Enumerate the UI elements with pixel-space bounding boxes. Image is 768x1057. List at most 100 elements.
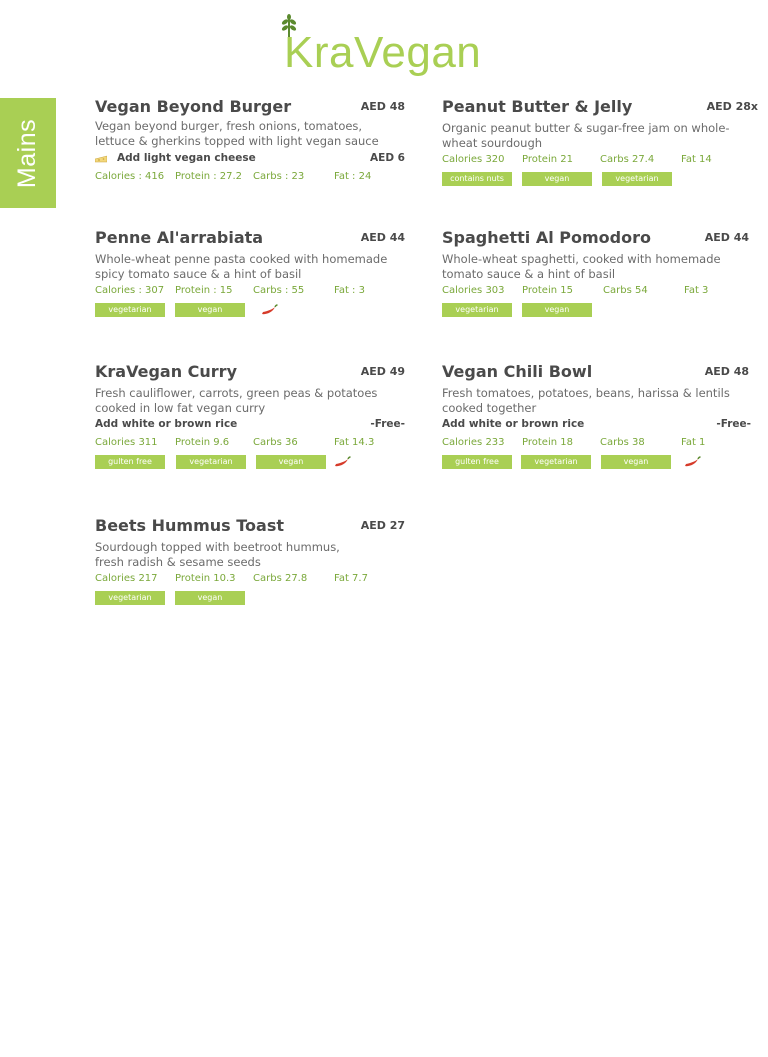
fat: Fat : 3 xyxy=(334,285,365,296)
addon-label: Add white or brown rice xyxy=(95,418,238,430)
carbs: Carbs 36 xyxy=(253,437,298,448)
protein: Protein 10.3 xyxy=(175,573,236,584)
tag-row: contains nuts vegan vegetarian xyxy=(442,172,752,188)
tag-gluten-free: gulten free xyxy=(442,455,512,469)
tag-vegan: vegan xyxy=(601,455,671,469)
item-description: Fresh tomatoes, potatoes, beans, harissa… xyxy=(442,386,730,415)
calories: Calories : 416 xyxy=(95,171,165,182)
nutrition-row: Calories 320 Protein 21 Carbs 27.4 Fat 1… xyxy=(442,154,752,169)
addon-row: Add light vegan cheese AED 6 xyxy=(95,152,405,168)
item-description: Sourdough topped with beetroot hummus, f… xyxy=(95,540,340,569)
chili-icon xyxy=(262,304,278,315)
carbs: Carbs 27.8 xyxy=(253,573,308,584)
addon-label: Add white or brown rice xyxy=(442,418,585,430)
addon-label: Add light vegan cheese xyxy=(117,152,256,164)
calories: Calories 320 xyxy=(442,154,505,165)
item-price: AED 49 xyxy=(360,365,405,378)
tag-gluten-free: gulten free xyxy=(95,455,165,469)
item-name: Vegan Chili Bowl xyxy=(442,362,593,381)
item-name: Vegan Beyond Burger xyxy=(95,97,292,116)
tag-vegan: vegan xyxy=(175,591,245,605)
item-name: Penne Al'arrabiata xyxy=(95,228,264,247)
tag-vegan: vegan xyxy=(256,455,326,469)
item-description: Vegan beyond burger, fresh onions, tomat… xyxy=(95,119,379,148)
addon-row: Add white or brown rice -Free- xyxy=(442,418,752,434)
tag-vegetarian: vegetarian xyxy=(602,172,672,186)
item-name: Spaghetti Al Pomodoro xyxy=(442,228,651,247)
nutrition-row: Calories 217 Protein 10.3 Carbs 27.8 Fat… xyxy=(95,573,405,588)
calories: Calories 311 xyxy=(95,437,158,448)
protein: Protein 15 xyxy=(522,285,573,296)
item-price: AED 48 xyxy=(704,365,749,378)
menu-item: Penne Al'arrabiata AED 44 Whole-wheat pe… xyxy=(95,228,405,319)
addon-row: Add white or brown rice -Free- xyxy=(95,418,405,434)
fat: Fat 3 xyxy=(684,285,709,296)
cheese-icon xyxy=(95,155,107,163)
brand-logo: KraVegan xyxy=(280,14,490,77)
item-price: AED 27 xyxy=(360,519,405,532)
fat: Fat 14.3 xyxy=(334,437,375,448)
item-description: Organic peanut butter & sugar-free jam o… xyxy=(442,121,730,150)
brand-name: KraVegan xyxy=(284,28,482,77)
chili-icon xyxy=(335,456,351,467)
carbs: Carbs : 23 xyxy=(253,171,305,182)
fat: Fat : 24 xyxy=(334,171,372,182)
tag-vegetarian: vegetarian xyxy=(95,303,165,317)
nutrition-row: Calories 303 Protein 15 Carbs 54 Fat 3 xyxy=(442,285,752,300)
calories: Calories 303 xyxy=(442,285,505,296)
menu-item: Vegan Chili Bowl AED 48 Fresh tomatoes, … xyxy=(442,362,752,471)
protein: Protein 9.6 xyxy=(175,437,230,448)
protein: Protein 21 xyxy=(522,154,573,165)
tag-vegetarian: vegetarian xyxy=(95,591,165,605)
item-description: Whole-wheat penne pasta cooked with home… xyxy=(95,252,388,281)
menu-item: Vegan Beyond Burger AED 48 Vegan beyond … xyxy=(95,97,405,186)
item-price: AED 28x xyxy=(706,100,758,113)
item-price: AED 44 xyxy=(360,231,405,244)
tag-vegetarian: vegetarian xyxy=(176,455,246,469)
calories: Calories 217 xyxy=(95,573,158,584)
fat: Fat 1 xyxy=(681,437,706,448)
section-tab-mains: Mains xyxy=(0,98,56,208)
carbs: Carbs 27.4 xyxy=(600,154,655,165)
nutrition-row: Calories : 416 Protein : 27.2 Carbs : 23… xyxy=(95,171,405,186)
tag-vegetarian: vegetarian xyxy=(442,303,512,317)
calories: Calories 233 xyxy=(442,437,505,448)
nutrition-row: Calories 233 Protein 18 Carbs 38 Fat 1 xyxy=(442,437,752,452)
menu-item: Spaghetti Al Pomodoro AED 44 Whole-wheat… xyxy=(442,228,752,319)
carbs: Carbs : 55 xyxy=(253,285,305,296)
protein: Protein : 15 xyxy=(175,285,233,296)
addon-price: -Free- xyxy=(716,418,751,430)
tag-row: gulten free vegetarian vegan xyxy=(95,455,405,471)
protein: Protein : 27.2 xyxy=(175,171,243,182)
item-price: AED 44 xyxy=(704,231,749,244)
nutrition-row: Calories : 307 Protein : 15 Carbs : 55 F… xyxy=(95,285,405,300)
tag-vegan: vegan xyxy=(522,172,592,186)
calories: Calories : 307 xyxy=(95,285,165,296)
tag-row: vegetarian vegan xyxy=(95,303,405,319)
addon-price: AED 6 xyxy=(370,152,405,164)
fat: Fat 7.7 xyxy=(334,573,368,584)
tag-row: vegetarian vegan xyxy=(442,303,752,319)
addon-price: -Free- xyxy=(370,418,405,430)
tag-vegan: vegan xyxy=(175,303,245,317)
menu-item: KraVegan Curry AED 49 Fresh cauliflower,… xyxy=(95,362,405,471)
item-name: Peanut Butter & Jelly xyxy=(442,97,633,116)
chili-icon xyxy=(685,456,701,467)
nutrition-row: Calories 311 Protein 9.6 Carbs 36 Fat 14… xyxy=(95,437,405,452)
tag-row: gulten free vegetarian vegan xyxy=(442,455,752,471)
item-name: Beets Hummus Toast xyxy=(95,516,284,535)
carbs: Carbs 38 xyxy=(600,437,645,448)
tag-row: vegetarian vegan xyxy=(95,591,405,607)
item-price: AED 48 xyxy=(360,100,405,113)
tag-contains-nuts: contains nuts xyxy=(442,172,512,186)
protein: Protein 18 xyxy=(522,437,573,448)
tag-vegetarian: vegetarian xyxy=(521,455,591,469)
item-description: Fresh cauliflower, carrots, green peas &… xyxy=(95,386,378,415)
item-name: KraVegan Curry xyxy=(95,362,237,381)
fat: Fat 14 xyxy=(681,154,712,165)
section-title: Mains xyxy=(13,118,42,188)
item-description: Whole-wheat spaghetti, cooked with homem… xyxy=(442,252,721,281)
menu-item: Peanut Butter & Jelly AED 28x Organic pe… xyxy=(442,97,758,188)
carbs: Carbs 54 xyxy=(603,285,648,296)
tag-vegan: vegan xyxy=(522,303,592,317)
